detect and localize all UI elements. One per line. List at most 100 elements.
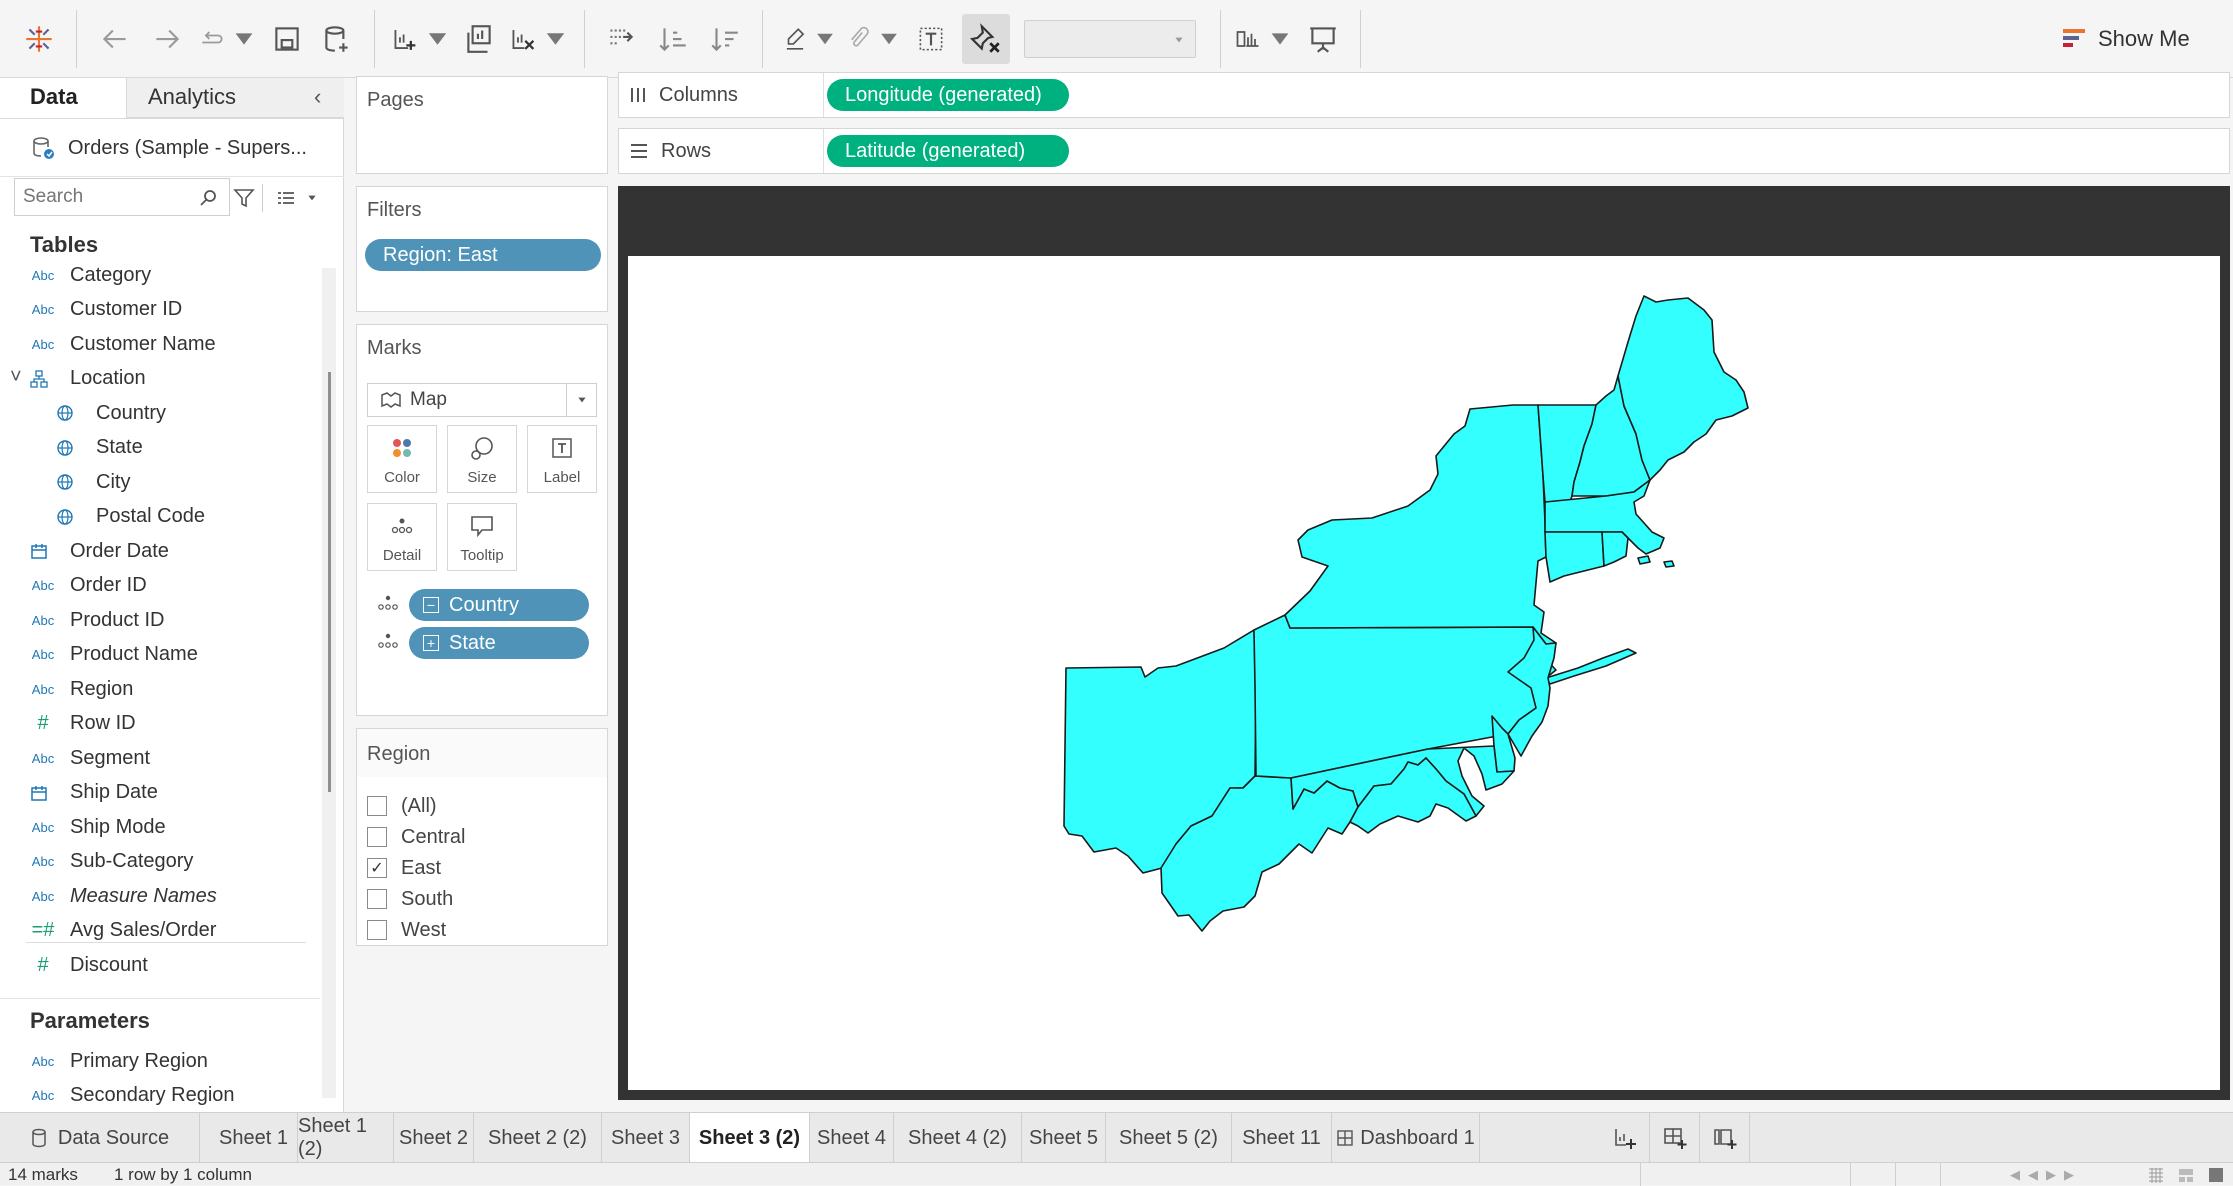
sort-ascending-icon[interactable] <box>652 14 694 64</box>
field-item[interactable]: Abc Product ID <box>0 603 320 637</box>
rows-pill-latitude[interactable]: Latitude (generated) <box>827 135 1069 167</box>
columns-pill-longitude[interactable]: Longitude (generated) <box>827 79 1069 111</box>
field-item[interactable]: Abc Order ID <box>0 569 320 603</box>
sheet-tab[interactable]: Sheet 4 (2) <box>894 1113 1022 1163</box>
checkbox[interactable] <box>367 827 387 847</box>
region-option[interactable]: ✓ East <box>367 853 441 883</box>
new-worksheet-tab-icon[interactable] <box>1600 1113 1650 1163</box>
fit-dropdown[interactable] <box>1024 20 1196 58</box>
redo-icon[interactable] <box>146 14 188 64</box>
columns-shelf[interactable]: Columns Longitude (generated) <box>618 72 2230 118</box>
field-item[interactable]: Order Date <box>0 534 320 568</box>
collapse-icon[interactable]: − <box>423 597 439 613</box>
field-item[interactable]: Country <box>0 396 320 430</box>
sheet-tab[interactable]: Dashboard 1 <box>1332 1113 1480 1163</box>
field-item[interactable]: # Discount <box>0 948 320 982</box>
filter-pill-region[interactable]: Region: East <box>365 239 601 271</box>
field-scrollbar[interactable] <box>322 268 336 1098</box>
detail-button[interactable]: Detail <box>367 503 437 571</box>
detail-pill-state[interactable]: + State <box>409 627 589 659</box>
sheet-tab[interactable]: Sheet 1 <box>210 1113 298 1163</box>
mark-type-chevron-icon[interactable] <box>566 384 596 416</box>
checkbox[interactable] <box>367 796 387 816</box>
field-item[interactable]: # Row ID <box>0 707 320 741</box>
field-item[interactable]: Abc Customer ID <box>0 293 320 327</box>
sort-descending-icon[interactable] <box>704 14 746 64</box>
new-worksheet-icon[interactable] <box>390 14 452 64</box>
field-item[interactable]: City <box>0 465 320 499</box>
region-option[interactable]: South <box>367 884 453 914</box>
datasource-item[interactable]: Orders (Sample - Supers... <box>30 128 307 168</box>
sheet-tab[interactable]: Sheet 3 <box>602 1113 690 1163</box>
new-story-tab-icon[interactable] <box>1700 1113 1750 1163</box>
search-box[interactable] <box>14 178 230 216</box>
clear-sheet-icon[interactable] <box>508 14 570 64</box>
parameter-item[interactable]: Abc Primary Region <box>0 1044 320 1078</box>
map-svg[interactable] <box>628 256 2220 1090</box>
sheet-tab[interactable]: Sheet 5 (2) <box>1106 1113 1232 1163</box>
show-me-button[interactable]: Show Me <box>2060 22 2190 56</box>
field-scrollbar-thumb[interactable] <box>328 372 331 792</box>
view-dropdown-icon[interactable] <box>306 192 318 204</box>
checkbox[interactable] <box>367 920 387 940</box>
state-new-york-long-island[interactable] <box>1545 648 1637 685</box>
state-connecticut[interactable] <box>1544 531 1605 583</box>
sheet-tab[interactable]: Sheet 1 (2) <box>298 1113 394 1163</box>
mark-type-dropdown[interactable]: Map <box>367 383 597 417</box>
region-option[interactable]: West <box>367 915 446 945</box>
tab-analytics[interactable]: Analytics <box>148 78 236 116</box>
rows-shelf[interactable]: Rows Latitude (generated) <box>618 128 2230 174</box>
field-item[interactable]: ˅ Location <box>0 362 320 396</box>
show-labels-icon[interactable] <box>910 14 952 64</box>
field-item[interactable]: State <box>0 431 320 465</box>
pin-clear-icon[interactable] <box>962 14 1010 64</box>
field-item[interactable]: Abc Ship Mode <box>0 810 320 844</box>
pages-shelf[interactable]: Pages <box>356 76 608 174</box>
search-input[interactable] <box>23 185 193 209</box>
annotate-icon[interactable] <box>846 14 902 64</box>
region-option[interactable]: (All) <box>367 791 437 821</box>
state-rhode-island[interactable] <box>1601 531 1629 567</box>
tab-data-source[interactable]: Data Source <box>0 1113 200 1163</box>
parameter-item[interactable]: Abc Secondary Region <box>0 1079 320 1113</box>
field-item[interactable]: Ship Date <box>0 776 320 810</box>
detail-pill-country[interactable]: − Country <box>409 589 589 621</box>
tableau-logo-icon[interactable] <box>18 14 60 64</box>
label-button[interactable]: Label <box>527 425 597 493</box>
field-item[interactable]: Abc Region <box>0 672 320 706</box>
chevron-down-icon[interactable]: ˅ <box>10 366 22 389</box>
sheet-tab-active[interactable]: Sheet 3 (2) <box>690 1113 810 1163</box>
state-ma-islands-2[interactable] <box>1663 560 1675 568</box>
tabs-view-icon[interactable] <box>2208 1167 2224 1183</box>
highlight-icon[interactable] <box>782 14 838 64</box>
view-list-icon[interactable] <box>274 186 298 210</box>
field-item[interactable]: Abc Category <box>0 258 320 292</box>
state-new-york[interactable] <box>1284 404 1557 645</box>
save-icon[interactable] <box>266 14 308 64</box>
field-item[interactable]: Abc Customer Name <box>0 327 320 361</box>
size-button[interactable]: Size <box>447 425 517 493</box>
expand-icon[interactable]: + <box>423 635 439 651</box>
field-item[interactable]: Abc Measure Names <box>0 879 320 913</box>
sheet-tab[interactable]: Sheet 2 <box>394 1113 474 1163</box>
checkbox-checked[interactable]: ✓ <box>367 858 387 878</box>
replay-icon[interactable] <box>198 14 258 64</box>
field-item[interactable]: Abc Segment <box>0 741 320 775</box>
sheet-tab[interactable]: Sheet 5 <box>1022 1113 1106 1163</box>
new-datasource-icon[interactable] <box>316 14 358 64</box>
field-item[interactable]: Postal Code <box>0 500 320 534</box>
show-cards-icon[interactable] <box>1234 14 1294 64</box>
checkbox[interactable] <box>367 889 387 909</box>
undo-icon[interactable] <box>94 14 136 64</box>
state-ma-islands-1[interactable] <box>1637 555 1651 565</box>
filters-shelf[interactable]: Filters Region: East <box>356 186 608 312</box>
sheet-tab[interactable]: Sheet 4 <box>810 1113 894 1163</box>
sheet-tab[interactable]: Sheet 2 (2) <box>474 1113 602 1163</box>
filter-icon[interactable] <box>232 186 256 210</box>
swap-icon[interactable] <box>600 14 642 64</box>
new-dashboard-tab-icon[interactable] <box>1650 1113 1700 1163</box>
grid-view-icon[interactable] <box>2148 1167 2164 1183</box>
tab-navigation-arrows[interactable]: ◀◀▶▶ <box>2010 1167 2082 1183</box>
duplicate-sheet-icon[interactable] <box>458 14 500 64</box>
field-item[interactable]: Abc Product Name <box>0 638 320 672</box>
